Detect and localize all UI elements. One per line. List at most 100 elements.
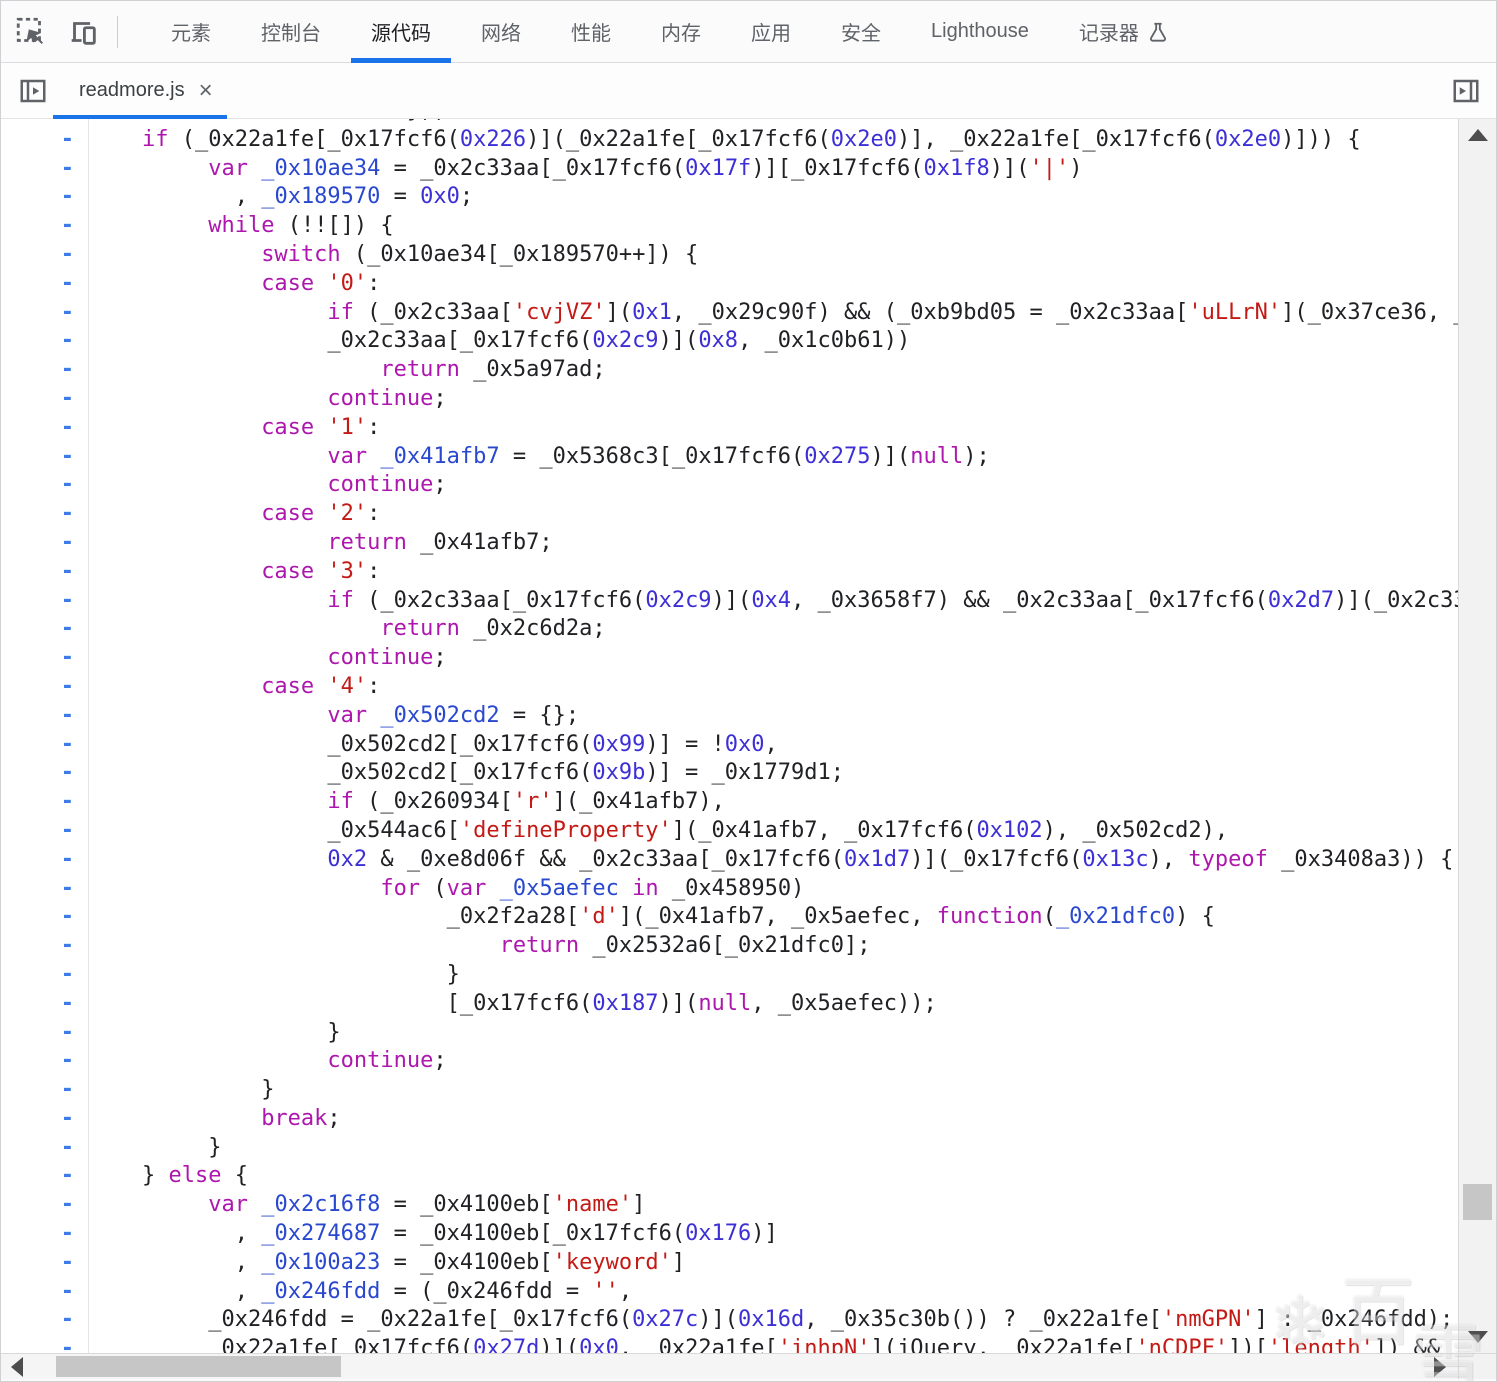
- gutter-mark[interactable]: -: [1, 702, 89, 731]
- source-editor[interactable]: });- if (_0x22a1fe[_0x17fcf6(0x226)](_0x…: [1, 119, 1460, 1353]
- device-toolbar-icon: [66, 15, 100, 49]
- toggle-navigator-button[interactable]: [13, 71, 53, 111]
- gutter-mark[interactable]: -: [1, 1134, 89, 1163]
- panel-tab-2[interactable]: 源代码: [346, 1, 456, 63]
- gutter-mark[interactable]: -: [1, 299, 89, 328]
- gutter-mark[interactable]: -: [1, 1019, 89, 1048]
- gutter-mark[interactable]: -: [1, 673, 89, 702]
- code-line-text: _0x22a1fe[_0x17fcf6(0x27d)](0x0, _0x22a1…: [208, 1336, 1460, 1353]
- scroll-down-arrow-icon[interactable]: [1468, 1331, 1488, 1343]
- gutter-mark[interactable]: -: [1, 500, 89, 529]
- gutter-mark[interactable]: -: [1, 615, 89, 644]
- panel-tab-6[interactable]: 应用: [726, 1, 816, 63]
- device-toolbar-button[interactable]: [61, 10, 105, 54]
- code-line: - _0x246fdd = _0x22a1fe[_0x17fcf6(0x27c)…: [1, 1306, 1460, 1335]
- code-line-text: _0x502cd2[_0x17fcf6(0x99)] = !0x0,: [327, 731, 778, 757]
- vertical-scrollbar[interactable]: [1458, 119, 1496, 1353]
- gutter-mark[interactable]: -: [1, 1076, 89, 1105]
- code-line: - 0x2 & _0xe8d06f && _0x2c33aa[_0x17fcf6…: [1, 846, 1460, 875]
- gutter-mark[interactable]: -: [1, 126, 89, 155]
- code-line-text: , _0x274687 = _0x4100eb[_0x17fcf6(0x176)…: [234, 1221, 778, 1247]
- code-line: - while (!![]) {: [1, 212, 1460, 241]
- code-line: - _0x544ac6['defineProperty'](_0x41afb7,…: [1, 817, 1460, 846]
- gutter-mark[interactable]: -: [1, 1220, 89, 1249]
- code-line: - return _0x5a97ad;: [1, 356, 1460, 385]
- gutter-mark[interactable]: -: [1, 356, 89, 385]
- gutter-mark[interactable]: -: [1, 1306, 89, 1335]
- scroll-left-arrow-icon[interactable]: [11, 1357, 23, 1377]
- gutter-mark[interactable]: -: [1, 759, 89, 788]
- gutter-mark[interactable]: -: [1, 155, 89, 184]
- gutter-mark[interactable]: -: [1, 903, 89, 932]
- gutter-mark[interactable]: [1, 119, 89, 126]
- gutter-mark[interactable]: -: [1, 414, 89, 443]
- gutter-mark[interactable]: -: [1, 183, 89, 212]
- panel-tab-1[interactable]: 控制台: [236, 1, 346, 63]
- experiment-flask-icon: [1147, 20, 1169, 44]
- panel-tab-0[interactable]: 元素: [146, 1, 236, 63]
- panel-tab-7[interactable]: 安全: [816, 1, 906, 63]
- code-line-text: , _0x246fdd = (_0x246fdd = '',: [234, 1278, 633, 1304]
- gutter-mark[interactable]: -: [1, 558, 89, 587]
- horizontal-scrollbar-thumb[interactable]: [56, 1356, 341, 1377]
- code-line: - case '0':: [1, 270, 1460, 299]
- devtools-window: 元素 控制台 源代码 网络 性能 内存 应用 安全 Lighthouse 记录器 readmore…: [0, 0, 1497, 1382]
- gutter-mark[interactable]: -: [1, 644, 89, 673]
- gutter-mark[interactable]: -: [1, 385, 89, 414]
- code-line-text: if (_0x2c33aa['cvjVZ'](0x1, _0x29c90f) &…: [327, 299, 1460, 325]
- code-line-text: _0x2c33aa[_0x17fcf6(0x2c9)](0x8, _0x1c0b…: [327, 328, 911, 354]
- gutter-mark[interactable]: -: [1, 471, 89, 500]
- gutter-mark[interactable]: -: [1, 1047, 89, 1076]
- code-line-text: _0x2f2a28['d'](_0x41afb7, _0x5aefec, fun…: [446, 904, 1215, 930]
- panel-tab-3[interactable]: 网络: [456, 1, 546, 63]
- code-line: - } else {: [1, 1162, 1460, 1191]
- panel-tab-5[interactable]: 内存: [636, 1, 726, 63]
- code-line-text: continue;: [327, 1048, 447, 1074]
- gutter-mark[interactable]: -: [1, 270, 89, 299]
- gutter-mark[interactable]: -: [1, 1335, 89, 1353]
- gutter-mark[interactable]: -: [1, 212, 89, 241]
- inspect-icon: [14, 15, 48, 49]
- gutter-mark[interactable]: -: [1, 932, 89, 961]
- code-line: - var _0x502cd2 = {};: [1, 702, 1460, 731]
- panel-tab-4[interactable]: 性能: [546, 1, 636, 63]
- gutter-mark[interactable]: -: [1, 1162, 89, 1191]
- panel-tab-9[interactable]: 记录器: [1054, 1, 1194, 63]
- panel-tabs: 元素 控制台 源代码 网络 性能 内存 应用 安全 Lighthouse 记录器: [146, 1, 1194, 63]
- gutter-mark[interactable]: -: [1, 241, 89, 270]
- gutter-mark[interactable]: -: [1, 817, 89, 846]
- gutter-mark[interactable]: -: [1, 961, 89, 990]
- gutter-mark[interactable]: -: [1, 875, 89, 904]
- toggle-debugger-sidebar-button[interactable]: [1446, 71, 1486, 111]
- gutter-mark[interactable]: -: [1, 1249, 89, 1278]
- gutter-mark[interactable]: -: [1, 443, 89, 472]
- gutter-mark[interactable]: -: [1, 529, 89, 558]
- scroll-up-arrow-icon[interactable]: [1468, 129, 1488, 141]
- gutter-mark[interactable]: -: [1, 788, 89, 817]
- scroll-right-arrow-icon[interactable]: [1434, 1357, 1446, 1377]
- code-line: - _0x22a1fe[_0x17fcf6(0x27d)](0x0, _0x22…: [1, 1335, 1460, 1353]
- gutter-mark[interactable]: -: [1, 327, 89, 356]
- gutter-mark[interactable]: -: [1, 1105, 89, 1134]
- gutter-mark[interactable]: -: [1, 731, 89, 760]
- panel-tab-label: 网络: [481, 23, 521, 45]
- code-line-text: if (_0x260934['r'](_0x41afb7),: [327, 789, 725, 815]
- gutter-mark[interactable]: -: [1, 1278, 89, 1307]
- code-line-text: }: [208, 1134, 222, 1160]
- close-icon[interactable]: ×: [199, 78, 213, 103]
- code-line-text: var _0x2c16f8 = _0x4100eb['name']: [208, 1192, 646, 1218]
- code-line-text: return _0x2c6d2a;: [380, 616, 606, 642]
- gutter-mark[interactable]: -: [1, 990, 89, 1019]
- gutter-mark[interactable]: -: [1, 587, 89, 616]
- code-line-text: _0x544ac6['defineProperty'](_0x41afb7, _…: [327, 817, 1229, 843]
- vertical-scrollbar-thumb[interactable]: [1463, 1184, 1492, 1220]
- file-tab-readmore-js[interactable]: readmore.js ×: [53, 63, 227, 119]
- gutter-mark[interactable]: -: [1, 1191, 89, 1220]
- horizontal-scrollbar[interactable]: [1, 1353, 1460, 1379]
- gutter-mark[interactable]: -: [1, 846, 89, 875]
- code-line-text: case '3':: [261, 558, 381, 584]
- code-line: - for (var _0x5aefec in _0x458950): [1, 875, 1460, 904]
- inspect-element-button[interactable]: [9, 10, 53, 54]
- panel-tab-8[interactable]: Lighthouse: [906, 1, 1054, 63]
- code-line-text: return _0x41afb7;: [327, 529, 553, 555]
